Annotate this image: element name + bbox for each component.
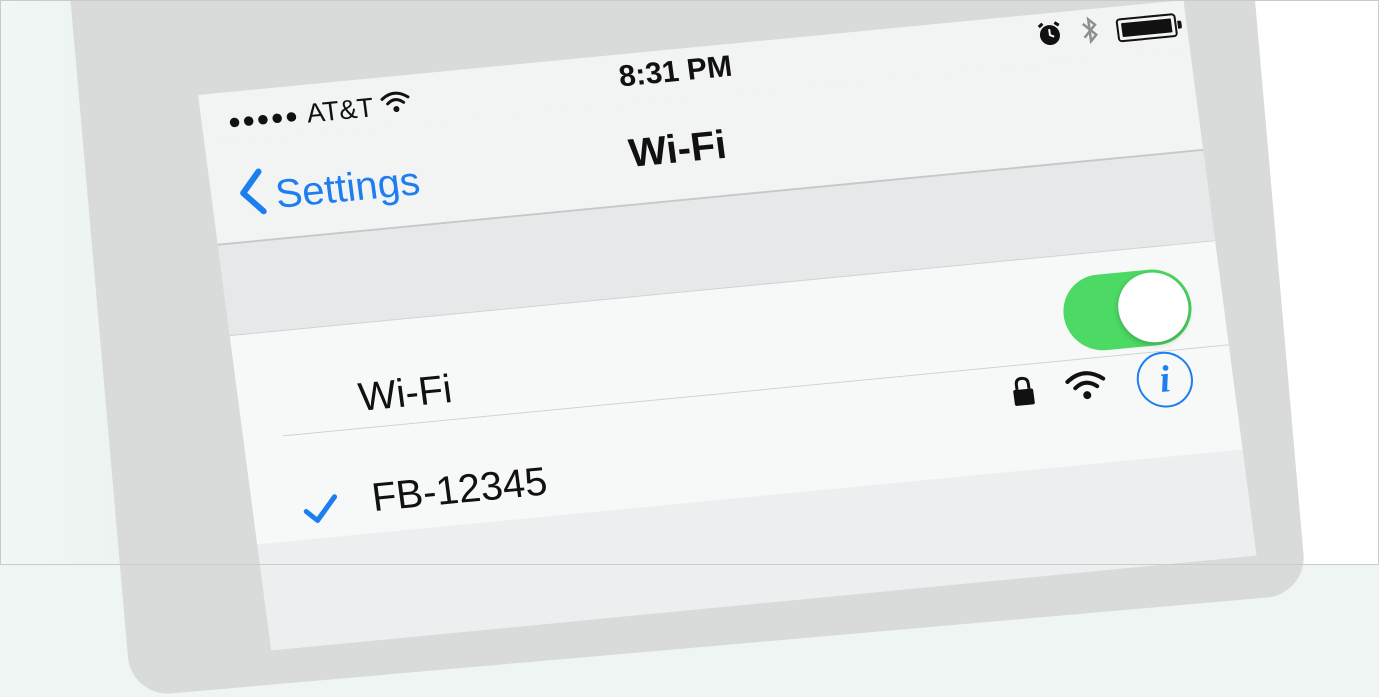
info-icon[interactable]: i bbox=[1133, 349, 1197, 411]
checkmark-icon bbox=[301, 493, 341, 529]
page-title: Wi-Fi bbox=[626, 122, 729, 176]
wifi-toggle-switch[interactable] bbox=[1058, 266, 1197, 354]
back-label: Settings bbox=[272, 158, 423, 217]
lock-icon bbox=[1009, 374, 1038, 413]
network-name: FB-12345 bbox=[369, 459, 550, 521]
clock: 8:31 PM bbox=[616, 49, 735, 94]
battery-icon bbox=[1115, 12, 1179, 43]
back-button[interactable]: Settings bbox=[234, 152, 423, 227]
alarm-icon bbox=[1035, 20, 1065, 53]
wifi-icon bbox=[379, 89, 413, 123]
wifi-signal-icon bbox=[1063, 367, 1110, 408]
phone-screen: ●●●●● AT&T 8:31 PM Settings Wi-Fi Wi-Fi … bbox=[198, 0, 1257, 651]
signal-strength: ●●●●● bbox=[226, 102, 301, 134]
carrier-name: AT&T bbox=[304, 92, 376, 129]
wifi-toggle-label: Wi-Fi bbox=[355, 367, 455, 420]
bluetooth-icon bbox=[1079, 14, 1101, 50]
chevron-left-icon bbox=[234, 167, 269, 227]
status-icons bbox=[1035, 7, 1179, 55]
toggle-knob bbox=[1113, 269, 1193, 346]
